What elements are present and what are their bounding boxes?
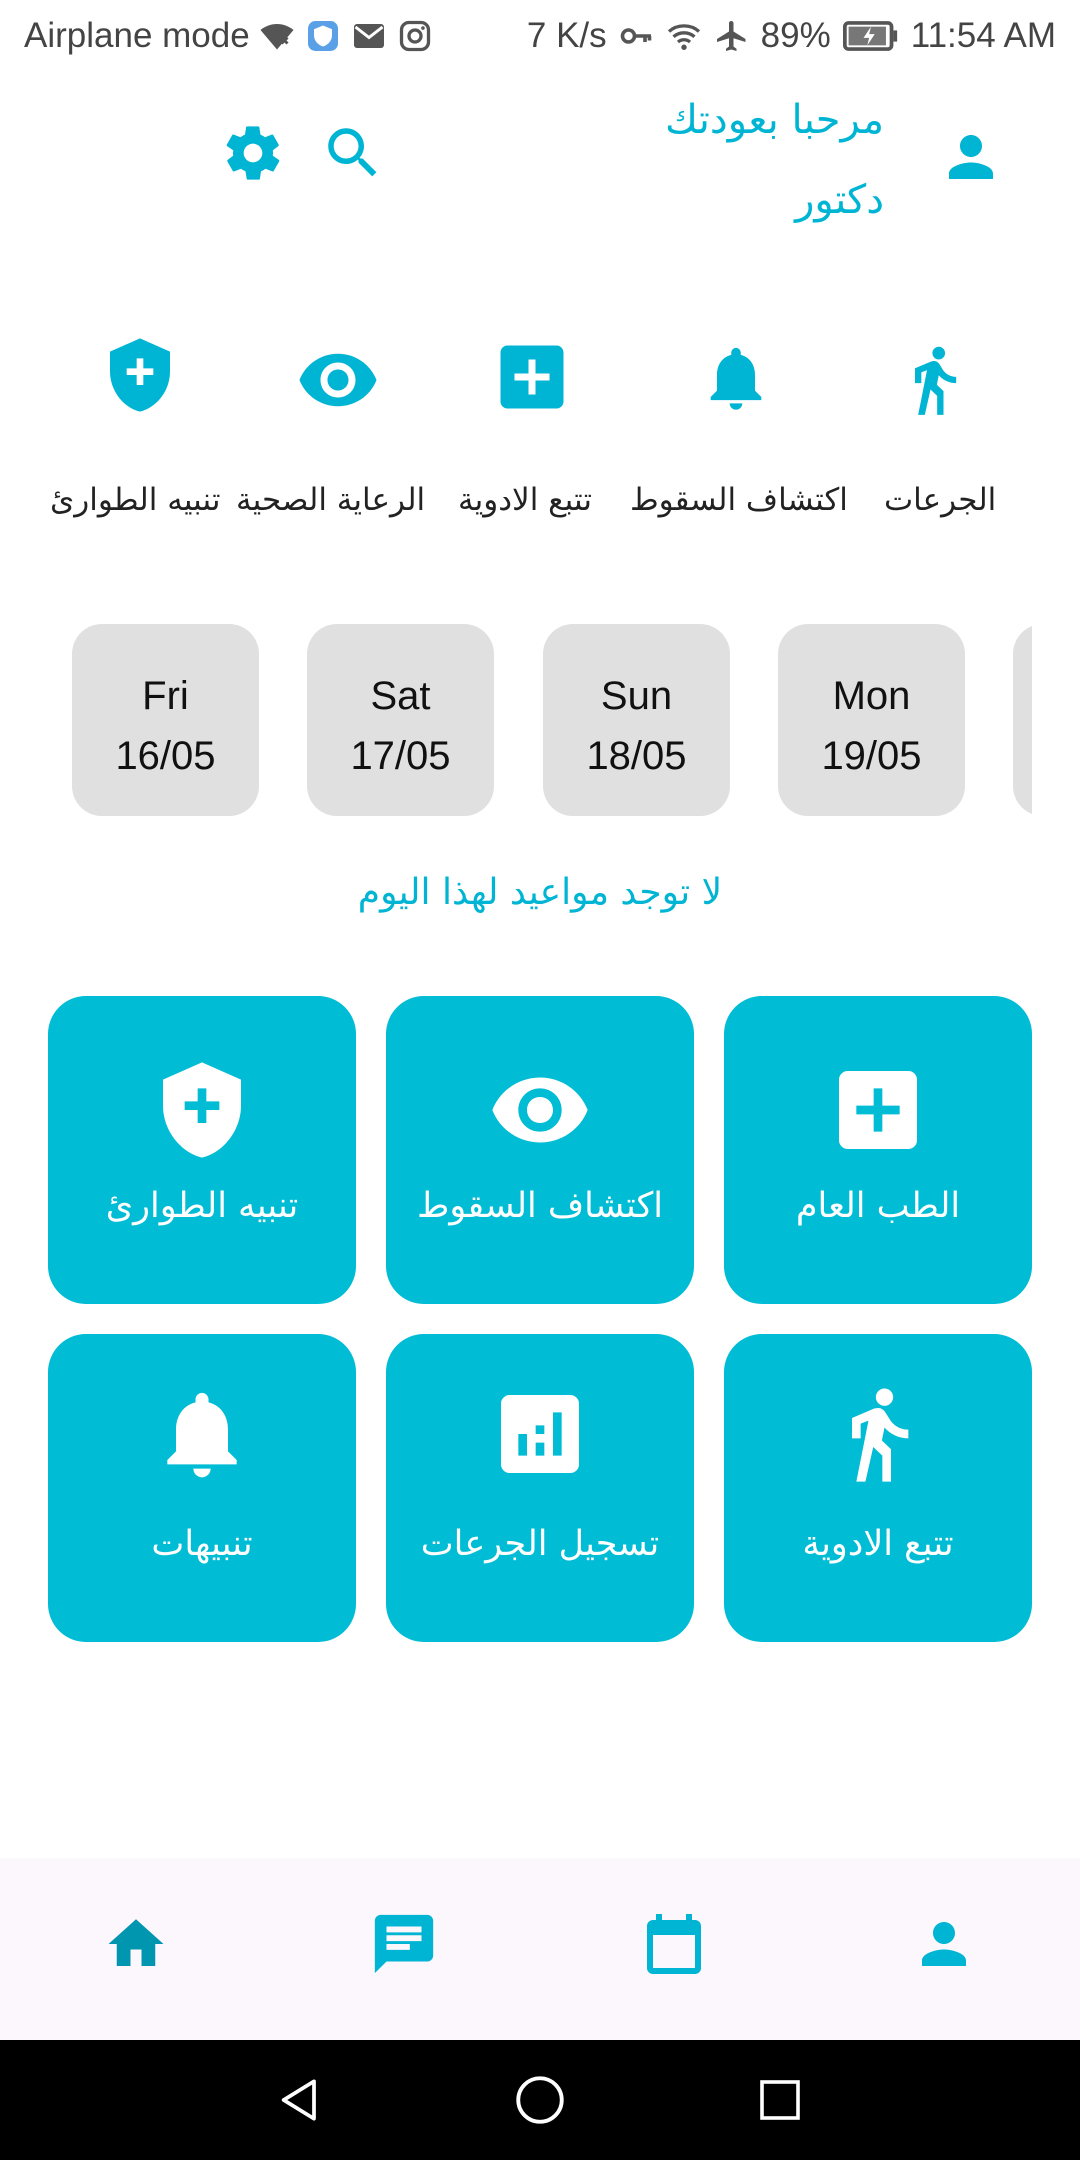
status-right: 7 K/s 89% 11:54 AM	[527, 16, 1056, 56]
search-icon[interactable]	[318, 118, 388, 188]
quick-label-fall-detection[interactable]: اكتشاف السقوط	[630, 482, 848, 518]
medical-plus-icon[interactable]	[490, 335, 574, 419]
status-bar: Airplane mode 7 K/s 89% 11:54 AM	[0, 0, 1080, 76]
date-day: Sat	[370, 674, 431, 718]
airplane-mode-text: Airplane mode	[24, 16, 250, 55]
role-text: دكتور	[795, 177, 884, 223]
system-navigation-bar	[0, 2040, 1080, 2160]
chat-icon[interactable]	[354, 1894, 454, 1994]
tile-fall-detection[interactable]: اكتشاف السقوط	[386, 996, 694, 1304]
date-card-partial[interactable]	[1013, 624, 1032, 816]
tile-emergency-alert[interactable]: تنبيه الطوارئ	[48, 996, 356, 1304]
tile-label: تنبيهات	[151, 1524, 253, 1564]
tile-label: تنبيه الطوارئ	[105, 1186, 299, 1226]
date-day: Sun	[600, 674, 673, 718]
home-icon[interactable]	[86, 1894, 186, 1994]
wifi-icon	[665, 17, 703, 55]
date-value: 19/05	[821, 734, 922, 778]
battery-percent: 89%	[760, 16, 831, 55]
calendar-icon[interactable]	[624, 1894, 724, 1994]
date-value: 17/05	[350, 734, 451, 778]
recents-icon[interactable]	[740, 2060, 820, 2140]
welcome-block: مرحبا بعودتك دكتور	[665, 80, 884, 240]
tile-label: تسجيل الجرعات	[420, 1524, 660, 1564]
tile-label: اكتشاف السقوط	[416, 1186, 663, 1226]
date-day: Mon	[832, 674, 911, 718]
shield-plus-icon	[48, 1060, 356, 1160]
airplane-icon	[713, 17, 751, 55]
eye-icon	[386, 1060, 694, 1160]
tile-general-medicine[interactable]: الطب العام	[724, 996, 1032, 1304]
person-icon[interactable]	[936, 122, 1006, 192]
tile-medication-tracking[interactable]: تتبع الادوية	[724, 1334, 1032, 1642]
bell-icon[interactable]	[698, 335, 774, 421]
vpn-key-icon	[617, 17, 655, 55]
date-card[interactable]: Mon 19/05	[778, 624, 965, 816]
tile-label: الطب العام	[795, 1186, 961, 1226]
eye-icon[interactable]	[290, 340, 386, 420]
date-value: 18/05	[586, 734, 687, 778]
instagram-icon	[396, 17, 434, 55]
clock: 11:54 AM	[910, 16, 1056, 55]
bell-icon	[48, 1384, 356, 1484]
quick-label-healthcare[interactable]: الرعاية الصحية	[236, 482, 425, 518]
date-strip[interactable]: Fri 16/05 Sat 17/05 Sun 18/05 Mon 19/05	[72, 624, 1032, 816]
mail-icon	[350, 17, 388, 55]
date-day: Fri	[142, 674, 189, 718]
tile-dose-logging[interactable]: تسجيل الجرعات	[386, 1334, 694, 1642]
run-icon[interactable]	[896, 335, 972, 425]
gear-icon[interactable]	[218, 118, 288, 188]
shield-plus-icon[interactable]	[100, 330, 180, 420]
bottom-navigation	[0, 1858, 1080, 2040]
status-left: Airplane mode	[24, 16, 434, 56]
quick-label-emergency[interactable]: تنبيه الطوارئ	[50, 482, 221, 518]
profile-icon[interactable]	[894, 1894, 994, 1994]
wifi-off-icon	[258, 17, 296, 55]
home-circle-icon[interactable]	[500, 2060, 580, 2140]
tile-label: تتبع الادوية	[802, 1524, 954, 1564]
back-icon[interactable]	[260, 2060, 340, 2140]
date-card[interactable]: Sat 17/05	[307, 624, 494, 816]
battery-icon	[841, 17, 901, 55]
date-card[interactable]: Sun 18/05	[543, 624, 730, 816]
chart-icon	[386, 1384, 694, 1484]
date-value: 16/05	[115, 734, 216, 778]
medical-plus-icon	[724, 1060, 1032, 1160]
network-speed: 7 K/s	[526, 16, 607, 55]
shield-app-icon	[304, 17, 342, 55]
welcome-text: مرحبا بعودتك	[665, 97, 884, 143]
date-card[interactable]: Fri 16/05	[72, 624, 259, 816]
quick-label-doses[interactable]: الجرعات	[884, 482, 996, 518]
quick-label-medication[interactable]: تتبع الادوية	[458, 482, 592, 518]
run-icon	[724, 1384, 1032, 1484]
no-appointments-message: لا توجد مواعيد لهذا اليوم	[357, 872, 723, 913]
tile-notifications[interactable]: تنبيهات	[48, 1334, 356, 1642]
